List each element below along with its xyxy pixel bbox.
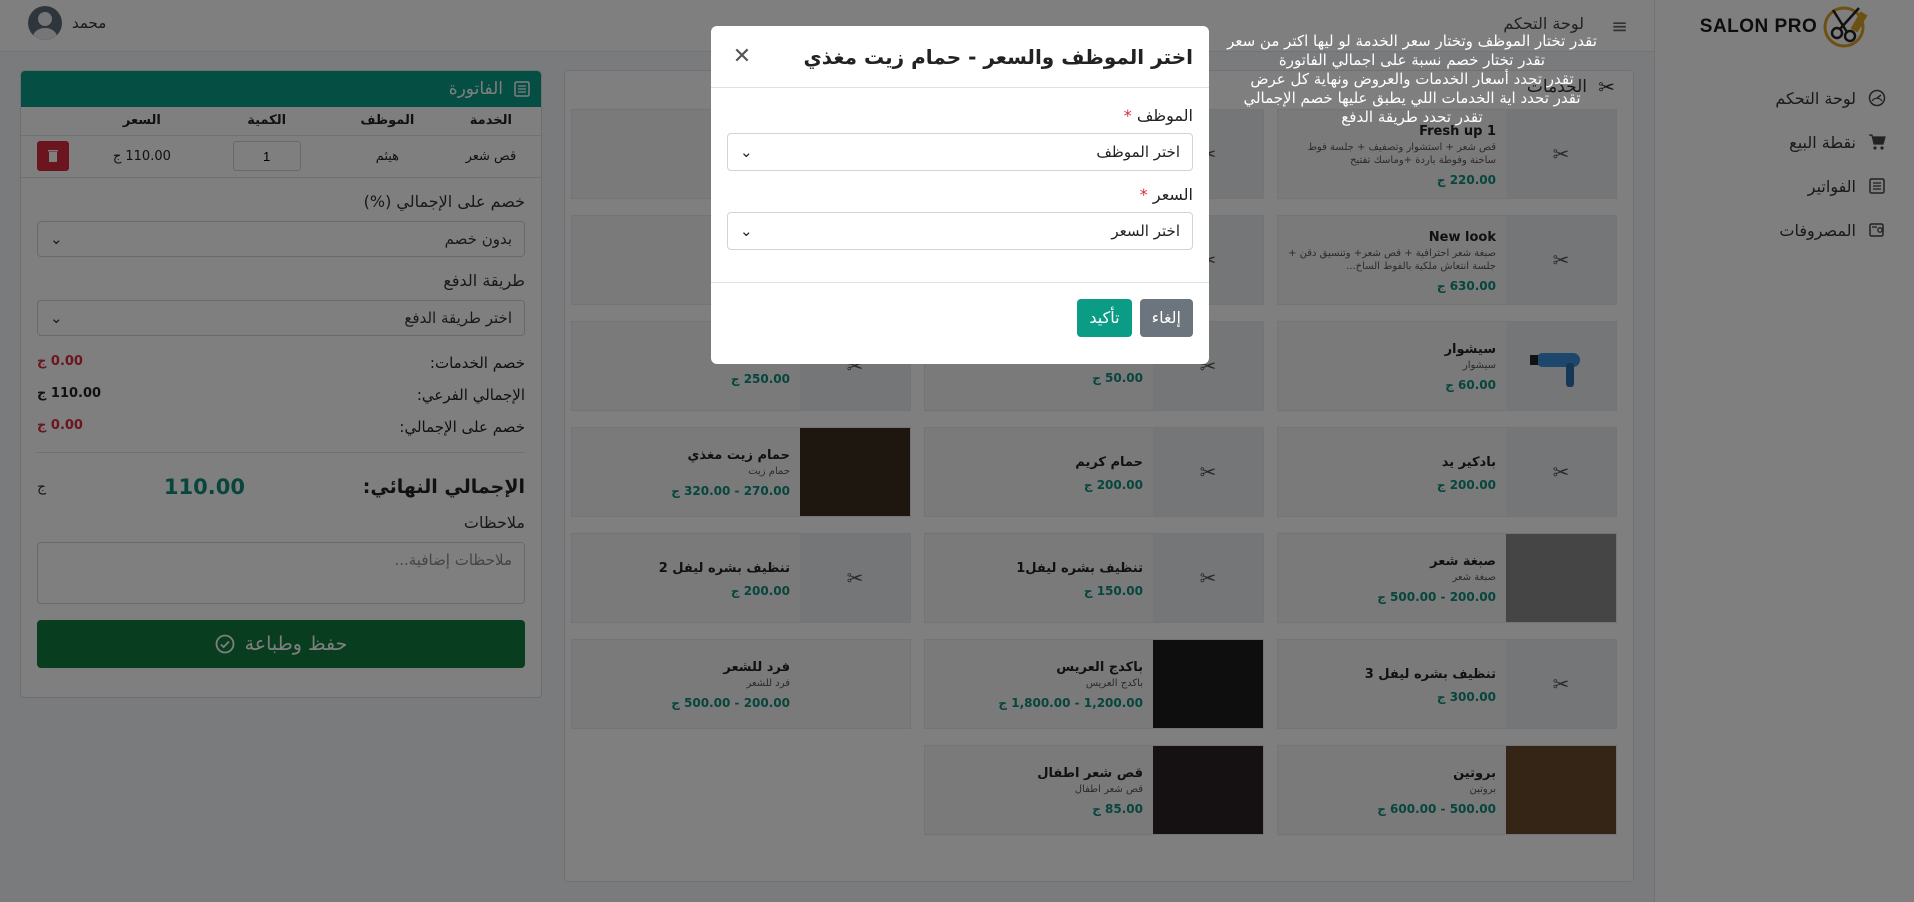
hint-line: تقدر تحدد أسعار الخدمات والعروض ونهاية ك… [1250, 70, 1574, 88]
confirm-button[interactable]: تأكيد [1077, 298, 1132, 337]
chevron-down-icon: ⌄ [740, 222, 753, 240]
price-label: السعر * [727, 185, 1193, 204]
hint-line: تقدر تختار خصم نسبة على اجمالي الفاتورة [1278, 51, 1546, 69]
hint-line: تقدر تختار الموظف وتختار سعر الخدمة لو ل… [1227, 32, 1597, 50]
employee-select-value: اختر الموظف [1096, 143, 1180, 161]
price-select[interactable]: اختر السعر ⌄ [727, 212, 1193, 250]
required-marker: * [1123, 106, 1132, 125]
modal-body: الموظف * اختر الموظف ⌄ السعر * اختر السع… [711, 88, 1209, 282]
hint-line: تقدر تحدد طريقة الدفع [1341, 108, 1483, 126]
modal-header: اختر الموظف والسعر - حمام زيت مغذي ✕ [711, 26, 1209, 88]
required-marker: * [1139, 185, 1148, 204]
cancel-button[interactable]: إلغاء [1139, 298, 1193, 337]
modal-title: اختر الموظف والسعر - حمام زيت مغذي [803, 44, 1193, 69]
hint-line: تقدر تحدد اية الخدمات اللي يطبق عليها خص… [1243, 89, 1581, 107]
employee-label-text: الموظف [1136, 106, 1193, 125]
price-label-text: السعر [1152, 185, 1193, 204]
close-icon[interactable]: ✕ [727, 44, 757, 69]
chevron-down-icon: ⌄ [740, 143, 753, 161]
select-employee-price-modal: اختر الموظف والسعر - حمام زيت مغذي ✕ الم… [711, 26, 1209, 364]
price-select-value: اختر السعر [1111, 222, 1180, 240]
employee-label: الموظف * [727, 106, 1193, 125]
modal-footer: تأكيد إلغاء [711, 282, 1209, 352]
feature-hints: تقدر تختار الموظف وتختار سعر الخدمة لو ل… [1222, 32, 1602, 127]
employee-select[interactable]: اختر الموظف ⌄ [727, 133, 1193, 171]
